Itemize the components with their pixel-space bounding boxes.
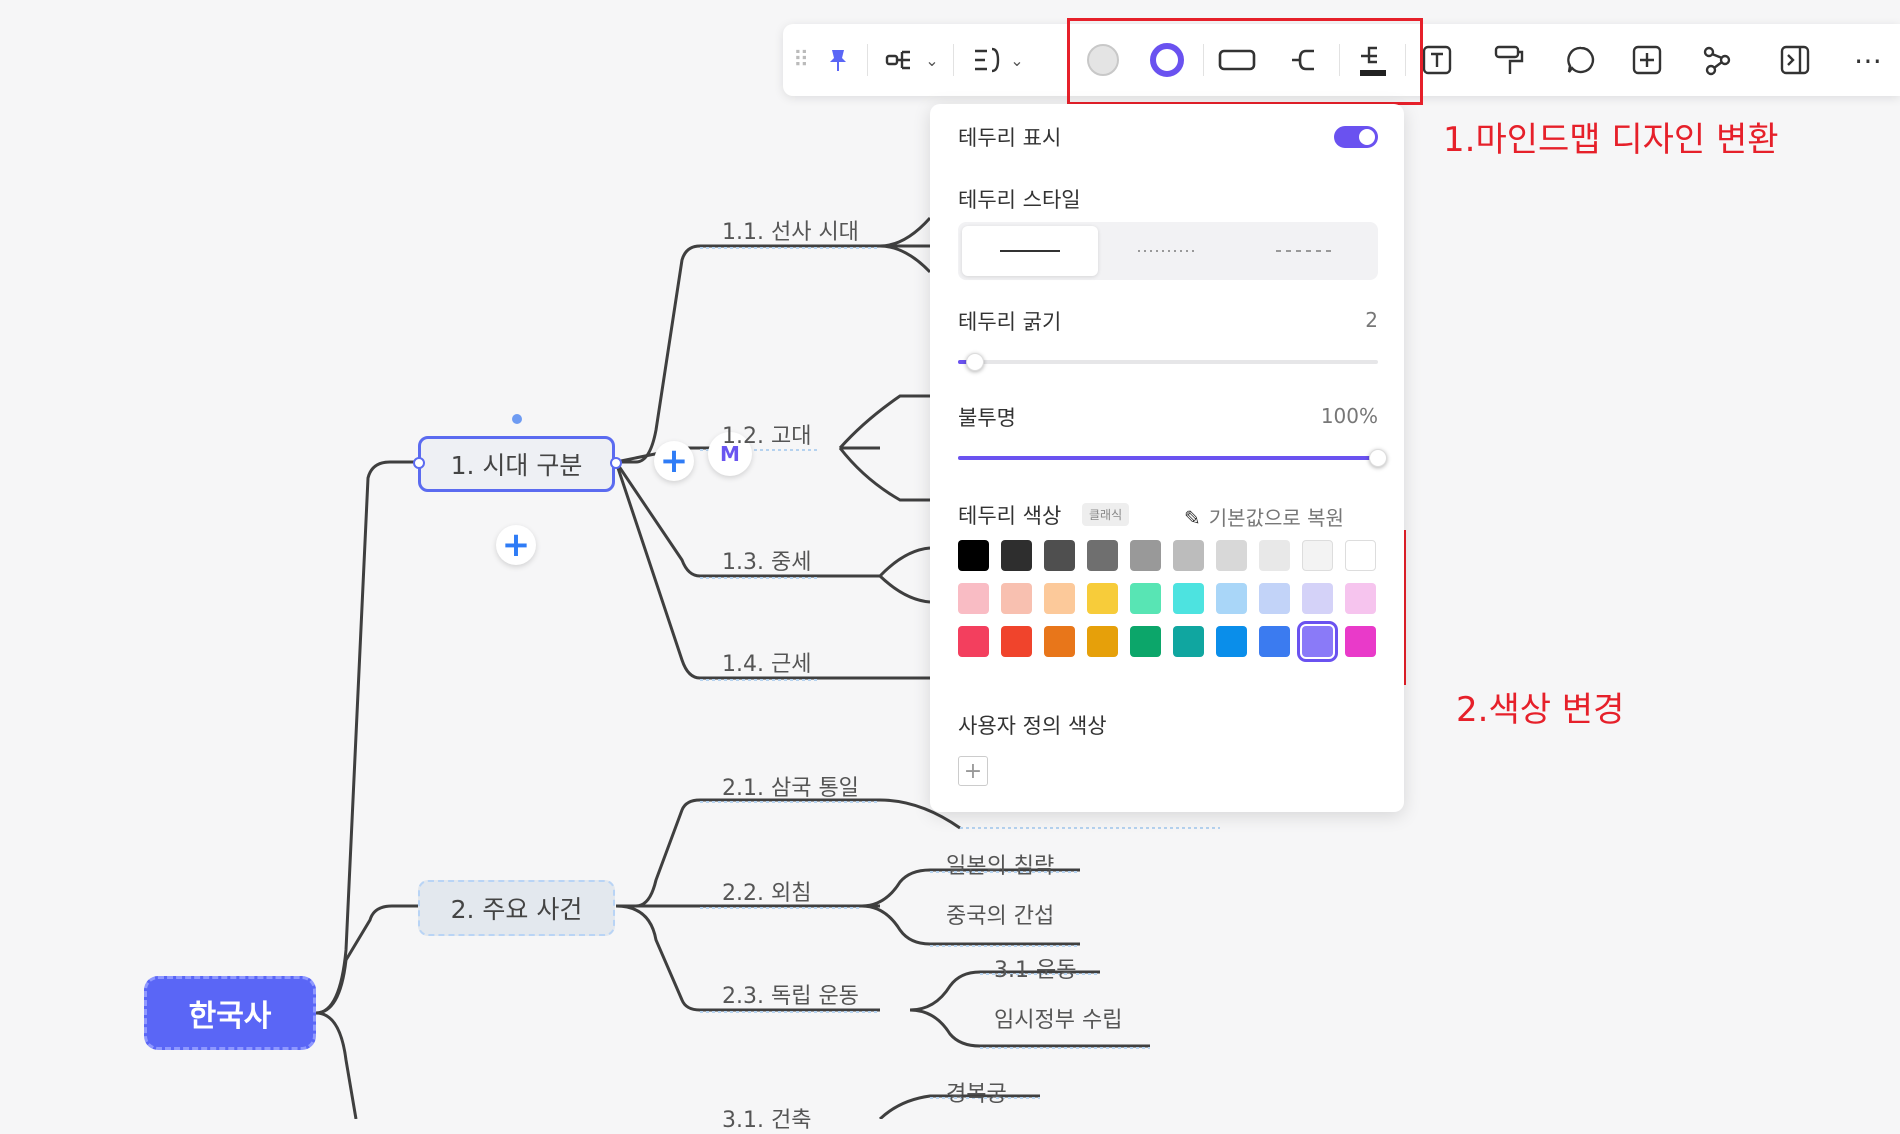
color-swatch[interactable] xyxy=(1001,583,1032,614)
insert-icon[interactable] xyxy=(1625,38,1669,82)
border-settings-panel: 테두리 표시 테두리 스타일 테두리 굵기 2 불투명 100% 테두리 색상 … xyxy=(930,104,1404,812)
node-3-1-1[interactable]: 경복궁 xyxy=(946,1076,1007,1108)
border-width-label: 테두리 굵기 xyxy=(958,310,1062,334)
show-border-label: 테두리 표시 xyxy=(958,126,1062,150)
drag-handle[interactable] xyxy=(512,414,522,424)
color-swatch[interactable] xyxy=(1302,540,1333,571)
color-swatch[interactable] xyxy=(1259,626,1290,657)
node-3-1[interactable]: 3.1. 건축 xyxy=(722,1102,811,1134)
color-swatch[interactable] xyxy=(1345,583,1376,614)
restore-default-button[interactable]: ✎ 기본값으로 복원 xyxy=(1184,502,1344,531)
node-2-2-2[interactable]: 중국의 간섭 xyxy=(946,898,1054,930)
comment-icon[interactable] xyxy=(1559,38,1603,82)
classic-palette-badge[interactable]: 클래식 xyxy=(1082,503,1130,526)
color-swatch[interactable] xyxy=(1130,540,1161,571)
style-dotted-option[interactable] xyxy=(1100,226,1236,276)
resize-handle-left[interactable] xyxy=(413,457,425,469)
color-swatch[interactable] xyxy=(1044,626,1075,657)
color-swatch[interactable] xyxy=(1345,540,1376,571)
color-swatch[interactable] xyxy=(1130,583,1161,614)
opacity-slider-knob[interactable] xyxy=(1369,449,1387,467)
border-style-selector xyxy=(958,222,1378,280)
color-swatch[interactable] xyxy=(1297,621,1338,662)
node-1-3[interactable]: 1.3. 중세 xyxy=(722,544,811,576)
color-swatch[interactable] xyxy=(1087,540,1118,571)
resize-handle-right[interactable] xyxy=(610,457,622,469)
highlight-design-tools xyxy=(1067,18,1423,105)
color-swatch[interactable] xyxy=(1044,540,1075,571)
relation-icon[interactable] xyxy=(1695,38,1739,82)
node-1-4[interactable]: 1.4. 근세 xyxy=(722,646,811,678)
color-swatch[interactable] xyxy=(1087,583,1118,614)
color-swatch[interactable] xyxy=(1173,626,1204,657)
add-sibling-button[interactable]: + xyxy=(496,525,536,565)
color-swatch[interactable] xyxy=(1216,583,1247,614)
color-swatch[interactable] xyxy=(1130,626,1161,657)
node-2-1[interactable]: 2.1. 삼국 통일 xyxy=(722,770,859,802)
line-style-icon[interactable]: ⌄ xyxy=(963,38,1033,82)
color-swatch[interactable] xyxy=(1345,626,1376,657)
opacity-value: 100% xyxy=(1320,404,1378,428)
color-swatch[interactable] xyxy=(1087,626,1118,657)
more-icon[interactable]: ⋯ xyxy=(1843,38,1893,82)
style-dashed-option[interactable] xyxy=(1238,226,1374,276)
format-painter-icon[interactable] xyxy=(1487,38,1531,82)
node-2-2[interactable]: 2.2. 외침 xyxy=(722,875,811,907)
restore-default-label: 기본값으로 복원 xyxy=(1208,506,1344,530)
border-color-label: 테두리 색상 xyxy=(958,504,1062,528)
node-2-3-1[interactable]: 3.1 운동 xyxy=(994,952,1076,984)
color-swatch[interactable] xyxy=(958,626,989,657)
color-swatch[interactable] xyxy=(1216,540,1247,571)
border-style-label: 테두리 스타일 xyxy=(958,188,1081,212)
node-2-3-2[interactable]: 임시정부 수립 xyxy=(994,1002,1122,1034)
add-custom-color-button[interactable]: + xyxy=(958,756,988,786)
summary-icon[interactable] xyxy=(1773,38,1817,82)
opacity-slider[interactable] xyxy=(958,449,1387,467)
root-node[interactable]: 한국사 xyxy=(144,976,316,1050)
color-swatch[interactable] xyxy=(958,583,989,614)
color-swatch[interactable] xyxy=(1001,540,1032,571)
color-swatch[interactable] xyxy=(1173,583,1204,614)
node-1-2[interactable]: 1.2. 고대 xyxy=(722,418,811,450)
pin-icon[interactable] xyxy=(821,38,855,82)
style-solid-option[interactable] xyxy=(962,226,1098,276)
color-swatch[interactable] xyxy=(1259,583,1290,614)
color-swatch[interactable] xyxy=(1216,626,1247,657)
eyedropper-icon[interactable]: ✎ xyxy=(1184,506,1201,530)
border-width-slider-knob[interactable] xyxy=(965,353,984,371)
color-swatch[interactable] xyxy=(1302,583,1333,614)
opacity-label: 불투명 xyxy=(958,406,1016,430)
node-2-3[interactable]: 2.3. 독립 운동 xyxy=(722,978,859,1010)
color-swatch[interactable] xyxy=(1259,540,1290,571)
add-child-button[interactable]: + xyxy=(654,441,694,481)
color-swatch[interactable] xyxy=(1044,583,1075,614)
annotation-design: 1.마인드맵 디자인 변환 xyxy=(1443,120,1779,160)
show-border-toggle[interactable] xyxy=(1334,126,1378,148)
branch-node-events[interactable]: 2. 주요 사건 xyxy=(418,880,615,936)
color-swatch[interactable] xyxy=(958,540,989,571)
custom-color-label: 사용자 정의 색상 xyxy=(958,714,1107,738)
branch-node-era[interactable]: 1. 시대 구분 xyxy=(418,436,615,492)
layout-structure-icon[interactable]: ⌄ xyxy=(877,38,947,82)
annotation-color: 2.색상 변경 xyxy=(1456,690,1625,730)
node-1-1[interactable]: 1.1. 선사 시대 xyxy=(722,214,859,246)
drag-grip-icon[interactable]: ⠿ xyxy=(791,38,811,82)
border-width-slider[interactable] xyxy=(958,353,1378,371)
color-swatch[interactable] xyxy=(1173,540,1204,571)
color-swatch[interactable] xyxy=(1001,626,1032,657)
border-width-value: 2 xyxy=(1365,308,1378,332)
node-2-2-1[interactable]: 일본의 침략 xyxy=(946,848,1054,880)
